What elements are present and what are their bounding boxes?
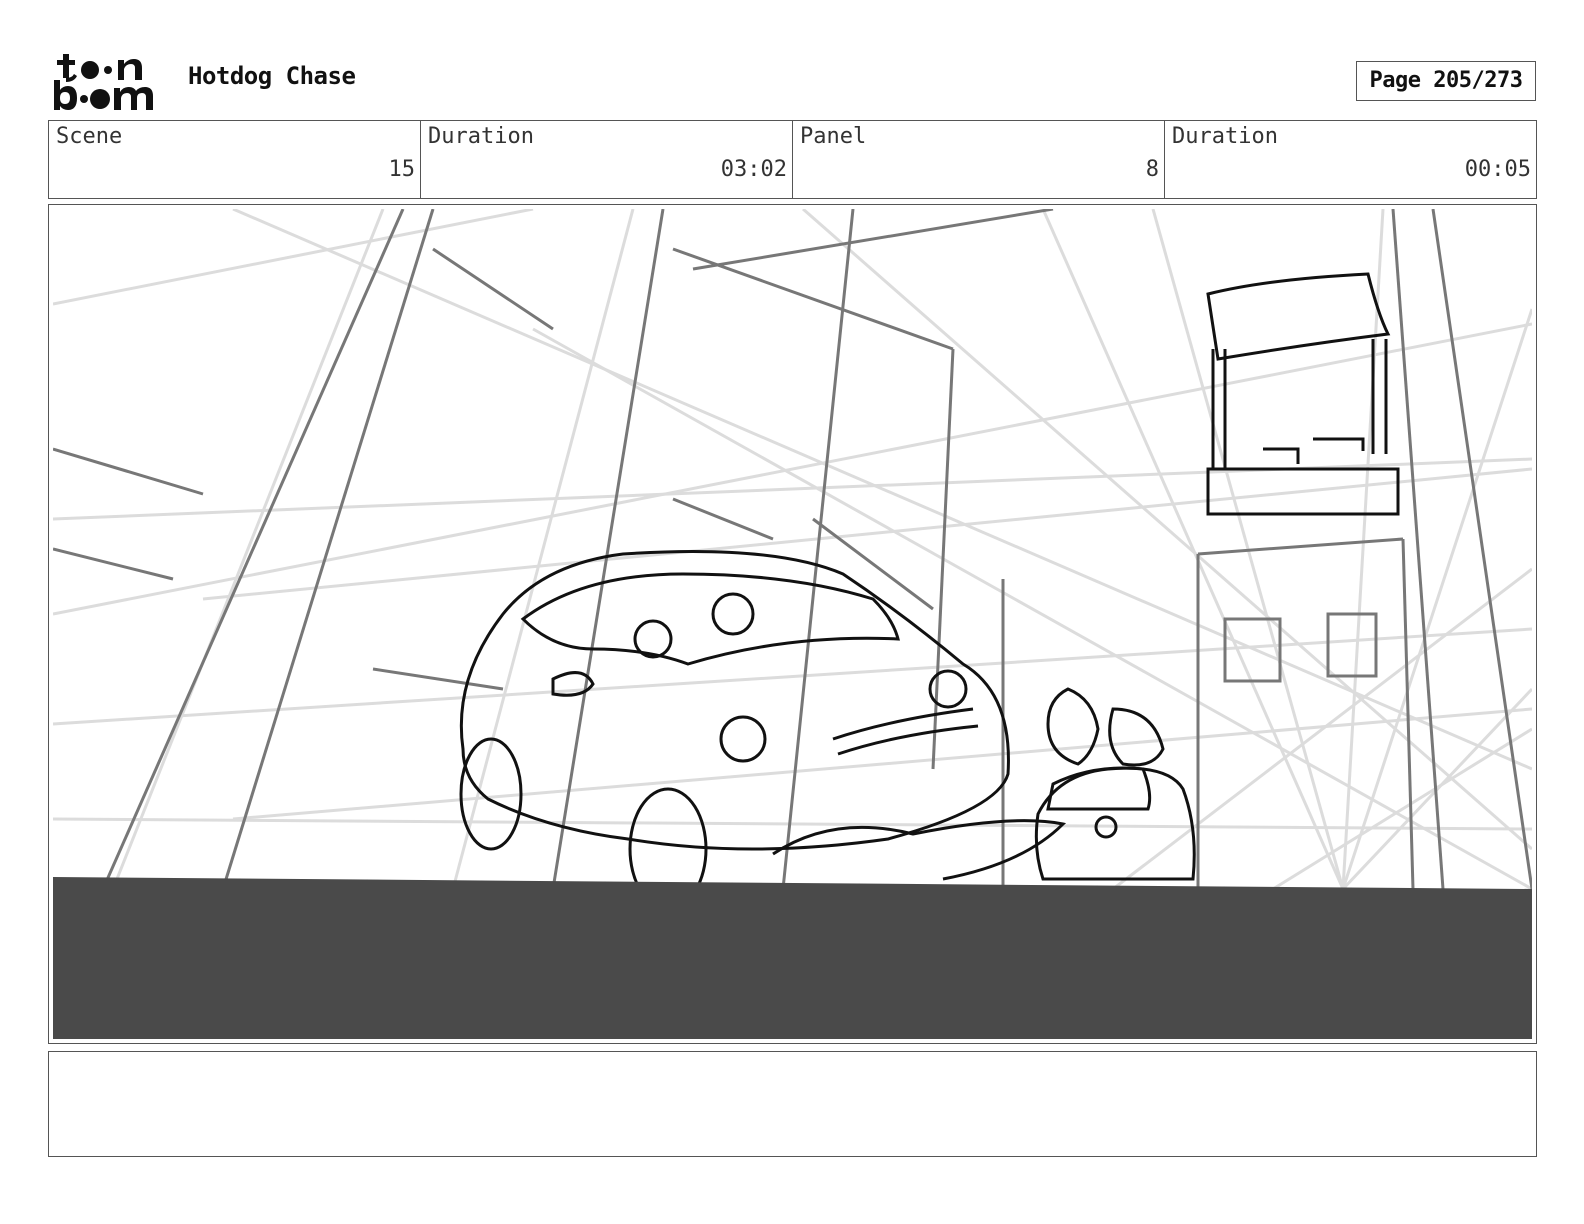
- scene-value: 15: [388, 157, 416, 182]
- logo-text-bottom: boom: [50, 50, 53, 51]
- panel-value: 8: [1145, 157, 1159, 182]
- page-indicator: Page 205/273: [1356, 61, 1536, 101]
- scene-cell: Scene 15: [49, 121, 421, 198]
- scene-duration-value: 03:02: [720, 157, 787, 182]
- panel-sketch: [53, 209, 1532, 1039]
- panel-cell: Panel 8: [793, 121, 1165, 198]
- panel-info-bar: Scene 15 Duration 03:02 Panel 8 Duration…: [48, 120, 1537, 199]
- logo-text-top: toon: [50, 50, 53, 51]
- project-title: Hotdog Chase: [188, 62, 356, 90]
- panel-label: Panel: [800, 124, 867, 149]
- scene-duration-cell: Duration 03:02: [421, 121, 793, 198]
- panel-duration-label: Duration: [1172, 124, 1278, 149]
- toonboom-logo: toon boom: [50, 50, 153, 110]
- panel-notes: [48, 1051, 1537, 1157]
- scene-duration-label: Duration: [428, 124, 534, 149]
- panel-duration-value: 00:05: [1464, 157, 1531, 182]
- storyboard-panel: [48, 204, 1537, 1044]
- panel-duration-cell: Duration 00:05: [1165, 121, 1536, 198]
- scene-label: Scene: [56, 124, 123, 149]
